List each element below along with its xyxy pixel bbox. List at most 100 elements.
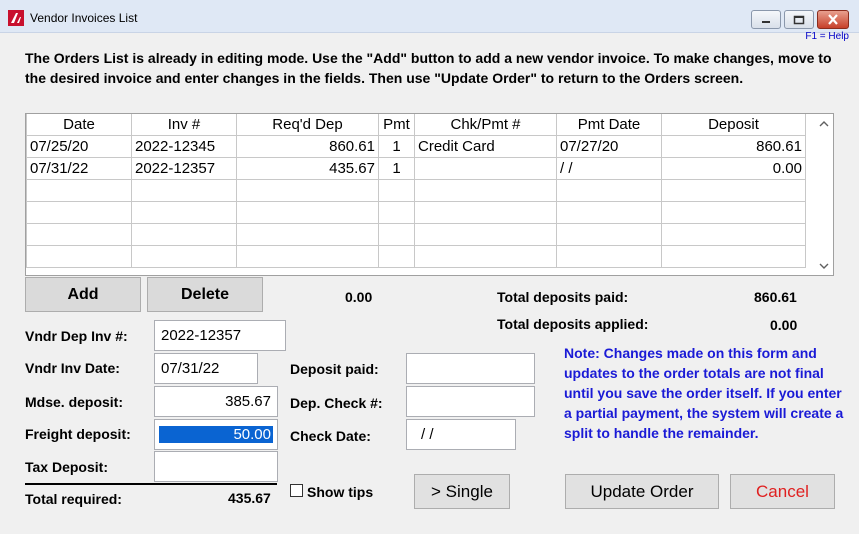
cell-chk-pmt[interactable]: Credit Card: [414, 134, 557, 158]
single-button[interactable]: > Single: [414, 474, 510, 509]
check-date-field[interactable]: / /: [406, 419, 516, 450]
col-header-pmt-date[interactable]: Pmt Date: [556, 114, 662, 136]
total-divider: [25, 483, 277, 485]
cell-inv[interactable]: [131, 222, 237, 246]
window-title: Vendor Invoices List: [30, 11, 138, 25]
cancel-button[interactable]: Cancel: [730, 474, 835, 509]
table-row[interactable]: [26, 244, 806, 268]
table-row[interactable]: [26, 200, 806, 224]
freight-deposit-value: 50.00: [159, 426, 273, 443]
cell-inv[interactable]: [131, 178, 237, 202]
dep-check-field[interactable]: [406, 386, 535, 417]
cell-chk-pmt[interactable]: [414, 200, 557, 224]
add-button[interactable]: Add: [25, 277, 141, 312]
cell-chk-pmt[interactable]: [414, 244, 557, 268]
maximize-icon: [793, 15, 805, 24]
cell-inv[interactable]: 2022-12357: [131, 156, 237, 180]
update-order-button[interactable]: Update Order: [565, 474, 719, 509]
grid-header-row: Date Inv # Req'd Dep Pmt Chk/Pmt # Pmt D…: [26, 114, 806, 136]
mdse-deposit-label: Mdse. deposit:: [25, 394, 124, 410]
cell-pmt[interactable]: [378, 244, 415, 268]
total-deposits-applied-value: 0.00: [770, 317, 798, 333]
cell-date[interactable]: 07/31/22: [26, 156, 132, 180]
cell-pmt-date[interactable]: 07/27/20: [556, 134, 662, 158]
maximize-button[interactable]: [784, 10, 814, 29]
col-header-chk-pmt[interactable]: Chk/Pmt #: [414, 114, 557, 136]
cell-pmt[interactable]: 1: [378, 134, 415, 158]
col-header-reqd-dep[interactable]: Req'd Dep: [236, 114, 379, 136]
cancel-label: Cancel: [756, 481, 809, 501]
col-header-deposit[interactable]: Deposit: [661, 114, 806, 136]
cell-chk-pmt[interactable]: [414, 178, 557, 202]
cell-deposit[interactable]: [661, 222, 806, 246]
freight-deposit-label: Freight deposit:: [25, 426, 131, 442]
invoice-table: Date Inv # Req'd Dep Pmt Chk/Pmt # Pmt D…: [26, 114, 806, 268]
cell-inv[interactable]: [131, 244, 237, 268]
vndr-inv-date-label: Vndr Inv Date:: [25, 360, 120, 376]
cell-deposit[interactable]: [661, 200, 806, 224]
delete-button[interactable]: Delete: [147, 277, 263, 312]
close-button[interactable]: [817, 10, 849, 29]
cell-pmt-date[interactable]: / /: [556, 156, 662, 180]
cell-reqd-dep[interactable]: 435.67: [236, 156, 379, 180]
cell-deposit[interactable]: 0.00: [661, 156, 806, 180]
deposit-paid-field[interactable]: [406, 353, 535, 384]
cell-chk-pmt[interactable]: [414, 222, 557, 246]
intro-text: The Orders List is already in editing mo…: [25, 50, 832, 86]
cell-inv[interactable]: [131, 200, 237, 224]
cell-pmt[interactable]: [378, 178, 415, 202]
cell-inv[interactable]: 2022-12345: [131, 134, 237, 158]
cell-date[interactable]: 07/25/20: [26, 134, 132, 158]
help-hint: F1 = Help: [805, 31, 849, 42]
title-bar: Vendor Invoices List: [0, 0, 859, 33]
scrollbar-arrows: [819, 121, 829, 269]
cell-pmt-date[interactable]: [556, 200, 662, 224]
cell-pmt-date[interactable]: [556, 178, 662, 202]
cell-pmt-date[interactable]: [556, 222, 662, 246]
table-row[interactable]: [26, 178, 806, 202]
cell-reqd-dep[interactable]: 860.61: [236, 134, 379, 158]
vndr-dep-inv-value: 2022-12357: [161, 327, 242, 344]
show-tips-checkbox[interactable]: [290, 484, 303, 497]
tax-deposit-label: Tax Deposit:: [25, 459, 108, 475]
cell-date[interactable]: [26, 200, 132, 224]
mdse-deposit-value: 385.67: [225, 393, 271, 410]
cell-deposit[interactable]: [661, 178, 806, 202]
show-tips-label[interactable]: Show tips: [307, 484, 373, 500]
grid-scrollbar[interactable]: [815, 114, 833, 275]
dep-check-label: Dep. Check #:: [290, 395, 383, 411]
freight-deposit-field[interactable]: 50.00: [154, 419, 278, 450]
cell-reqd-dep[interactable]: [236, 200, 379, 224]
vndr-dep-inv-field[interactable]: 2022-12357: [154, 320, 286, 351]
minimize-icon: [762, 20, 770, 23]
table-row[interactable]: [26, 222, 806, 246]
cell-chk-pmt[interactable]: [414, 156, 557, 180]
cell-date[interactable]: [26, 244, 132, 268]
col-header-pmt[interactable]: Pmt: [378, 114, 415, 136]
table-row[interactable]: 07/31/22 2022-12357 435.67 1 / / 0.00: [26, 156, 806, 180]
cell-pmt[interactable]: 1: [378, 156, 415, 180]
vndr-inv-date-value: 07/31/22: [161, 360, 220, 377]
tax-deposit-field[interactable]: [154, 451, 278, 482]
cell-pmt[interactable]: [378, 222, 415, 246]
minimize-button[interactable]: [751, 10, 781, 29]
single-button-label: > Single: [431, 481, 493, 501]
cell-pmt[interactable]: [378, 200, 415, 224]
col-header-date[interactable]: Date: [26, 114, 132, 136]
scroll-down-icon: [819, 263, 829, 269]
cell-deposit[interactable]: 860.61: [661, 134, 806, 158]
cell-reqd-dep[interactable]: [236, 222, 379, 246]
cell-date[interactable]: [26, 222, 132, 246]
mdse-deposit-field[interactable]: 385.67: [154, 386, 278, 417]
cell-reqd-dep[interactable]: [236, 244, 379, 268]
cell-reqd-dep[interactable]: [236, 178, 379, 202]
col-header-inv[interactable]: Inv #: [131, 114, 237, 136]
check-date-value: / /: [421, 426, 434, 443]
cell-date[interactable]: [26, 178, 132, 202]
table-row[interactable]: 07/25/20 2022-12345 860.61 1 Credit Card…: [26, 134, 806, 158]
cell-deposit[interactable]: [661, 244, 806, 268]
cell-pmt-date[interactable]: [556, 244, 662, 268]
total-deposits-paid-label: Total deposits paid:: [497, 289, 629, 305]
invoice-grid[interactable]: Date Inv # Req'd Dep Pmt Chk/Pmt # Pmt D…: [25, 113, 834, 276]
vndr-inv-date-field[interactable]: 07/31/22: [154, 353, 258, 384]
